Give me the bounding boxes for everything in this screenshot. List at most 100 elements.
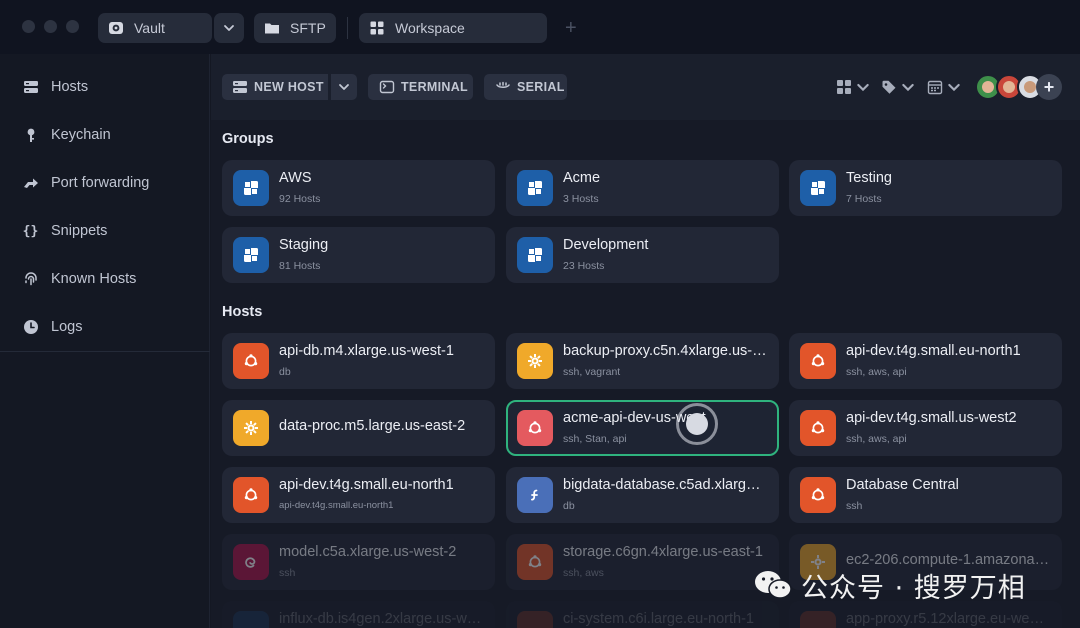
sidebar-item-keychain[interactable]: Keychain xyxy=(22,123,111,147)
ubuntu-icon xyxy=(517,544,553,580)
host-tags: ssh, vagrant xyxy=(563,366,621,378)
host-name: ci-system.c6i.large.eu-north-1 xyxy=(563,611,754,627)
host-card-selected[interactable]: acme-api-dev-us-west ssh, Stan, api xyxy=(506,400,779,456)
main-panel: NEW HOST TERMINAL SERIAL + Groups AWS 92… xyxy=(211,54,1080,628)
minimize-window-dot[interactable] xyxy=(44,20,57,33)
terminal-button[interactable]: TERMINAL xyxy=(368,74,473,100)
group-count: 23 Hosts xyxy=(563,260,605,272)
ubuntu-icon xyxy=(233,611,269,628)
add-member-button[interactable]: + xyxy=(1036,74,1062,100)
group-icon xyxy=(800,170,836,206)
host-card[interactable]: backup-proxy.c5n.4xlarge.us-west-2 ssh, … xyxy=(506,333,779,389)
host-card[interactable]: ci-system.c6i.large.eu-north-1 xyxy=(506,601,779,628)
hosts-heading: Hosts xyxy=(222,304,263,320)
group-card-staging[interactable]: Staging 81 Hosts xyxy=(222,227,495,283)
vault-icon xyxy=(108,20,124,36)
host-card[interactable]: data-proc.m5.large.us-east-2 xyxy=(222,400,495,456)
host-name: acme-api-dev-us-west xyxy=(563,410,706,426)
tab-sftp[interactable]: SFTP xyxy=(254,13,336,43)
host-card[interactable]: bigdata-database.c5ad.xlarge.us-east-1 d… xyxy=(506,467,779,523)
host-card[interactable]: api-dev.t4g.small.eu-north1 api-dev.t4g.… xyxy=(222,467,495,523)
host-card[interactable]: model.c5a.xlarge.us-west-2 ssh xyxy=(222,534,495,590)
chevron-down-icon xyxy=(946,79,962,95)
maximize-window-dot[interactable] xyxy=(66,20,79,33)
host-card[interactable]: app-proxy.r5.12xlarge.eu-west-3 xyxy=(789,601,1062,628)
host-card[interactable]: influx-db.is4gen.2xlarge.us-west-2 xyxy=(222,601,495,628)
group-card-acme[interactable]: Acme 3 Hosts xyxy=(506,160,779,216)
watermark-text: 公众号 · 搜罗万相 xyxy=(801,572,1026,604)
tab-workspace[interactable]: Workspace xyxy=(359,13,547,43)
new-tab-plus-icon[interactable]: + xyxy=(565,14,577,42)
group-name: AWS xyxy=(279,170,312,186)
host-name: model.c5a.xlarge.us-west-2 xyxy=(279,544,457,560)
ubuntu-icon xyxy=(800,343,836,379)
close-window-dot[interactable] xyxy=(22,20,35,33)
group-name: Development xyxy=(563,237,649,253)
group-card-testing[interactable]: Testing 7 Hosts xyxy=(789,160,1062,216)
group-icon xyxy=(517,170,553,206)
sidebar-item-port-forwarding[interactable]: Port forwarding xyxy=(22,171,149,195)
host-tags: ssh, aws, api xyxy=(846,366,907,378)
host-tags: ssh xyxy=(846,500,863,512)
grid-icon xyxy=(836,79,852,95)
host-tags: db xyxy=(279,366,291,378)
port-forward-icon xyxy=(22,175,39,192)
wechat-icon xyxy=(755,571,792,599)
chevron-down-icon xyxy=(337,80,351,94)
sidebar-item-hosts[interactable]: Hosts xyxy=(22,75,88,99)
new-host-button[interactable]: NEW HOST xyxy=(222,74,328,100)
gear-icon xyxy=(233,410,269,446)
group-name: Staging xyxy=(279,237,329,253)
group-icon xyxy=(517,237,553,273)
host-card[interactable]: api-dev.t4g.small.eu-north1 ssh, aws, ap… xyxy=(789,333,1062,389)
groups-heading: Groups xyxy=(222,131,274,147)
host-tags: ssh, Stan, api xyxy=(563,433,627,445)
key-icon xyxy=(22,127,39,144)
sidebar-item-known-hosts[interactable]: Known Hosts xyxy=(22,267,136,291)
host-card[interactable]: storage.c6gn.4xlarge.us-east-1 ssh, aws xyxy=(506,534,779,590)
chevron-down-icon xyxy=(222,21,236,35)
serial-label: SERIAL xyxy=(517,80,565,94)
title-bar: Vault SFTP Workspace + xyxy=(0,0,1080,54)
sidebar-item-label: Known Hosts xyxy=(51,271,137,287)
group-card-development[interactable]: Development 23 Hosts xyxy=(506,227,779,283)
host-name: data-proc.m5.large.us-east-2 xyxy=(279,418,466,434)
group-count: 3 Hosts xyxy=(563,193,599,205)
host-tags: ssh, aws, api xyxy=(846,433,907,445)
host-card[interactable]: api-dev.t4g.small.us-west2 ssh, aws, api xyxy=(789,400,1062,456)
group-card-aws[interactable]: AWS 92 Hosts xyxy=(222,160,495,216)
new-host-dropdown-button[interactable] xyxy=(331,74,357,100)
chevron-down-icon xyxy=(855,79,871,95)
calendar-filter-button[interactable] xyxy=(927,76,962,98)
tab-separator xyxy=(347,17,348,39)
folder-icon xyxy=(264,20,280,36)
host-card[interactable]: api-db.m4.xlarge.us-west-1 db xyxy=(222,333,495,389)
tab-vault[interactable]: Vault xyxy=(98,13,212,43)
serial-icon xyxy=(495,79,511,95)
tab-vault-label: Vault xyxy=(134,20,165,36)
ubuntu-icon xyxy=(800,410,836,446)
group-count: 92 Hosts xyxy=(279,193,321,205)
sidebar-divider xyxy=(0,351,210,352)
gear-icon xyxy=(517,343,553,379)
host-tags: api-dev.t4g.small.eu-north1 xyxy=(279,500,394,511)
group-name: Testing xyxy=(846,170,892,186)
view-mode-button[interactable] xyxy=(836,76,871,98)
tag-icon xyxy=(881,79,897,95)
vault-dropdown-button[interactable] xyxy=(214,13,244,43)
sidebar-item-logs[interactable]: Logs xyxy=(22,315,82,339)
sidebar-item-label: Hosts xyxy=(51,79,89,95)
grid-icon xyxy=(369,20,385,36)
click-cursor-indicator xyxy=(676,403,718,445)
serial-button[interactable]: SERIAL xyxy=(484,74,567,100)
host-card[interactable]: Database Central ssh xyxy=(789,467,1062,523)
watermark: 公众号 · 搜罗万相 xyxy=(753,565,1026,605)
tab-sftp-label: SFTP xyxy=(290,20,326,36)
terminal-label: TERMINAL xyxy=(401,80,468,94)
sidebar: Hosts Keychain Port forwarding {} Snippe… xyxy=(0,54,210,628)
hosts-icon xyxy=(22,79,39,96)
tag-filter-button[interactable] xyxy=(881,76,916,98)
sidebar-item-snippets[interactable]: {} Snippets xyxy=(22,219,108,243)
ubuntu-icon xyxy=(800,477,836,513)
tab-workspace-label: Workspace xyxy=(395,20,465,36)
